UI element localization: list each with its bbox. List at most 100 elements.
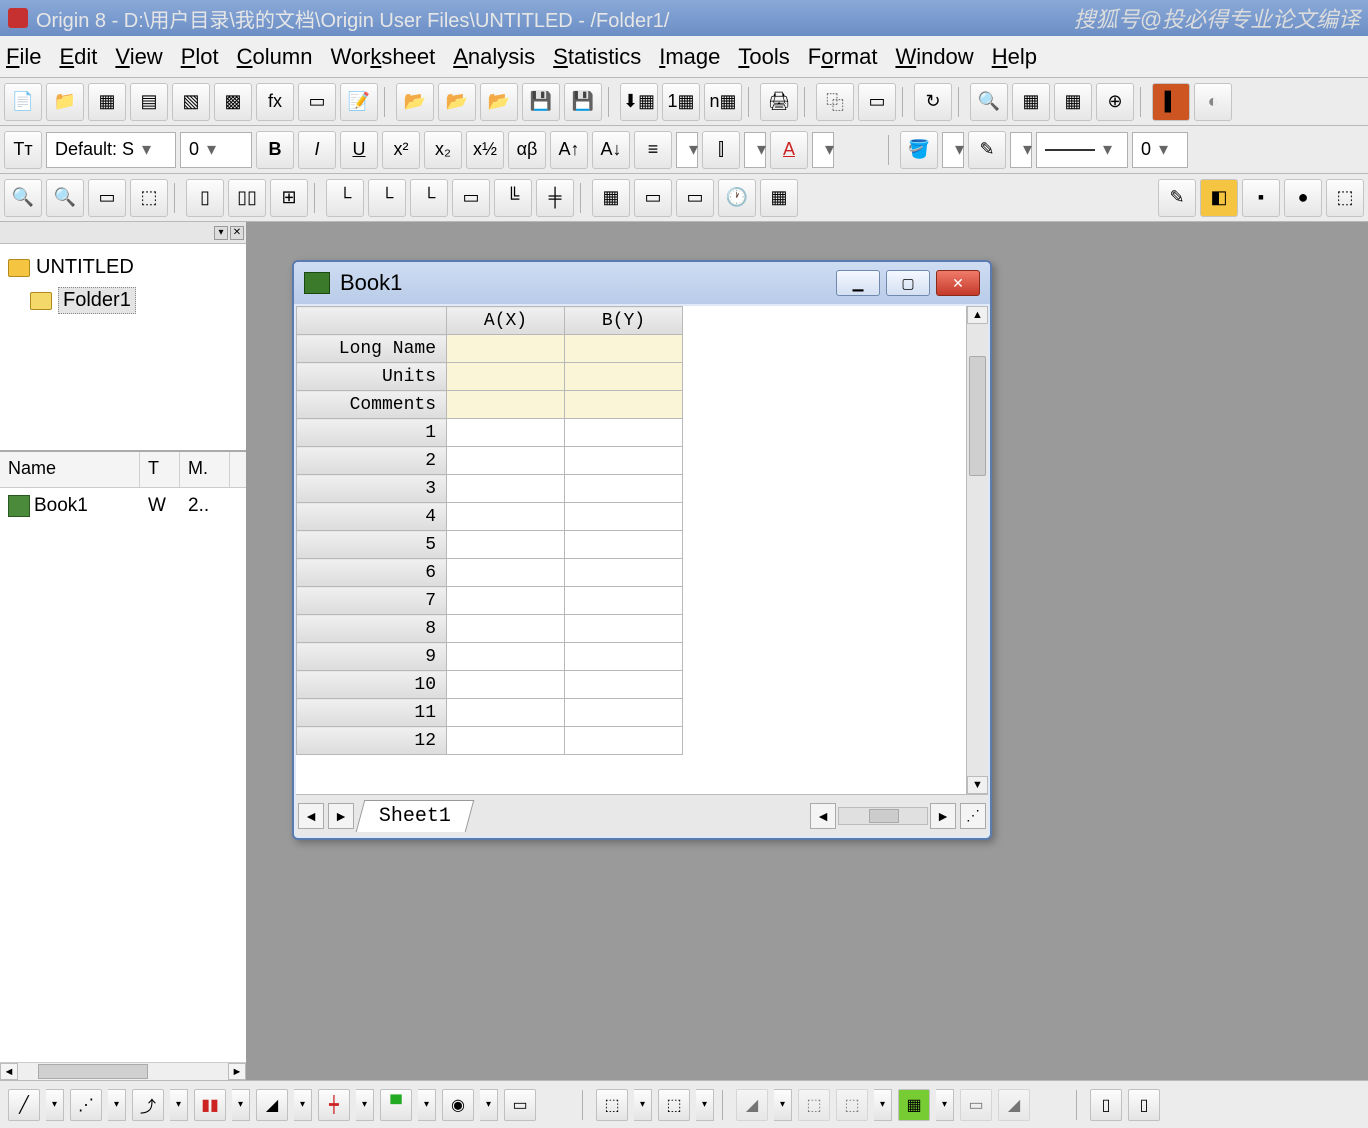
- import-wizard-button[interactable]: ⬇▦: [620, 83, 658, 121]
- sheet-tab[interactable]: Sheet1: [356, 800, 475, 832]
- template-button[interactable]: ▭: [504, 1089, 536, 1121]
- polar-plot-button[interactable]: ◉: [442, 1089, 474, 1121]
- axis-box-button[interactable]: ▭: [452, 179, 490, 217]
- cell[interactable]: [565, 727, 683, 755]
- recalculate-button[interactable]: 🔍: [970, 83, 1008, 121]
- cell[interactable]: [565, 447, 683, 475]
- save-button[interactable]: 💾: [522, 83, 560, 121]
- align-dropdown[interactable]: ▾: [676, 132, 698, 168]
- line-color-button[interactable]: ✎: [968, 131, 1006, 169]
- region-tool-button[interactable]: ◧: [1200, 179, 1238, 217]
- hscroll-track[interactable]: [838, 807, 928, 825]
- column-plot-button[interactable]: ▮▮: [194, 1089, 226, 1121]
- image-plot-dropdown[interactable]: ▾: [936, 1089, 954, 1121]
- cell[interactable]: [565, 391, 683, 419]
- cell[interactable]: [447, 727, 565, 755]
- worksheet-grid[interactable]: A(X) B(Y) Long Name Units Comments 1 2 3…: [296, 306, 988, 836]
- whole-page-button[interactable]: ⬚: [130, 179, 168, 217]
- 3d-xyz-button[interactable]: ⬚: [658, 1089, 690, 1121]
- hscroll-thumb[interactable]: [869, 809, 899, 823]
- new-excel-button[interactable]: ▤: [130, 83, 168, 121]
- menu-plot[interactable]: Plot: [181, 44, 219, 70]
- cell[interactable]: [447, 475, 565, 503]
- contour-plot-dropdown[interactable]: ▾: [418, 1089, 436, 1121]
- cell[interactable]: [447, 503, 565, 531]
- cell[interactable]: [447, 419, 565, 447]
- grid-lines-button[interactable]: ▦: [592, 179, 630, 217]
- new-layout-button[interactable]: ▭: [298, 83, 336, 121]
- close-button[interactable]: ✕: [936, 270, 980, 296]
- maximize-button[interactable]: ▢: [886, 270, 930, 296]
- menu-analysis[interactable]: Analysis: [453, 44, 535, 70]
- legend-button[interactable]: ▭: [634, 179, 672, 217]
- list-hscroll[interactable]: ◄ ►: [0, 1062, 246, 1080]
- cell[interactable]: [447, 699, 565, 727]
- layer-2-button[interactable]: ▯▯: [228, 179, 266, 217]
- tree-root[interactable]: UNTITLED: [6, 252, 240, 283]
- cell[interactable]: [565, 559, 683, 587]
- row-header[interactable]: 3: [297, 475, 447, 503]
- new-graph-button[interactable]: ▧: [172, 83, 210, 121]
- layer-4-button[interactable]: ⊞: [270, 179, 308, 217]
- save-template-button[interactable]: 💾: [564, 83, 602, 121]
- cell[interactable]: [447, 587, 565, 615]
- scroll-left-icon[interactable]: ◄: [0, 1063, 18, 1080]
- line-symbol-dropdown[interactable]: ▾: [170, 1089, 188, 1121]
- scroll-thumb[interactable]: [38, 1064, 148, 1079]
- lock-tool-button[interactable]: ●: [1284, 179, 1322, 217]
- row-header[interactable]: 1: [297, 419, 447, 447]
- menu-window[interactable]: Window: [895, 44, 973, 70]
- menu-file[interactable]: File: [6, 44, 41, 70]
- slide-show-button[interactable]: ▌: [1152, 83, 1190, 121]
- open-template-button[interactable]: 📂: [438, 83, 476, 121]
- row-header[interactable]: 5: [297, 531, 447, 559]
- line-style-select[interactable]: ▾: [1036, 132, 1128, 168]
- menu-tools[interactable]: Tools: [738, 44, 789, 70]
- axis-xy-button[interactable]: └: [368, 179, 406, 217]
- spacing-dropdown[interactable]: ▾: [744, 132, 766, 168]
- cell[interactable]: [565, 475, 683, 503]
- new-matrix-button[interactable]: ▩: [214, 83, 252, 121]
- area-plot-dropdown[interactable]: ▾: [294, 1089, 312, 1121]
- column-header-b[interactable]: B(Y): [565, 307, 683, 335]
- scroll-up-icon[interactable]: ▲: [967, 306, 988, 324]
- layer-1-button[interactable]: ▯: [186, 179, 224, 217]
- zoom-out-button[interactable]: 🔍: [46, 179, 84, 217]
- 3d-bars-dropdown[interactable]: ▾: [874, 1089, 892, 1121]
- column-header-a[interactable]: A(X): [447, 307, 565, 335]
- workbook-window[interactable]: Book1 ▁ ▢ ✕ A(X) B(Y) Long Name Units Co: [292, 260, 992, 840]
- cell[interactable]: [565, 587, 683, 615]
- row-units[interactable]: Units: [297, 363, 447, 391]
- profile-button[interactable]: ▭: [960, 1089, 992, 1121]
- cell[interactable]: [565, 419, 683, 447]
- cell[interactable]: [447, 391, 565, 419]
- stock-plot-dropdown[interactable]: ▾: [356, 1089, 374, 1121]
- cell[interactable]: [565, 699, 683, 727]
- contour-plot-button[interactable]: ▀: [380, 1089, 412, 1121]
- vertical-scrollbar[interactable]: ▲ ▼: [966, 306, 988, 794]
- line-plot-dropdown[interactable]: ▾: [46, 1089, 64, 1121]
- rescale-button[interactable]: ▭: [88, 179, 126, 217]
- hscroll-right[interactable]: ►: [930, 803, 956, 829]
- axis-offset-button[interactable]: ╚: [494, 179, 532, 217]
- new-folder-button[interactable]: 📁: [46, 83, 84, 121]
- 3d-xyz-dropdown[interactable]: ▾: [696, 1089, 714, 1121]
- polar-plot-dropdown[interactable]: ▾: [480, 1089, 498, 1121]
- font-select[interactable]: Default: S▾: [46, 132, 176, 168]
- import-single-button[interactable]: 1▦: [662, 83, 700, 121]
- line-color-dropdown[interactable]: ▾: [1010, 132, 1032, 168]
- cell[interactable]: [447, 531, 565, 559]
- line-width-select[interactable]: 0▾: [1132, 132, 1188, 168]
- menu-statistics[interactable]: Statistics: [553, 44, 641, 70]
- col-name[interactable]: Name: [0, 452, 140, 487]
- row-comments[interactable]: Comments: [297, 391, 447, 419]
- menu-worksheet[interactable]: Worksheet: [330, 44, 435, 70]
- cell[interactable]: [565, 531, 683, 559]
- row-longname[interactable]: Long Name: [297, 335, 447, 363]
- menu-format[interactable]: Format: [808, 44, 878, 70]
- 3d-surface-dropdown[interactable]: ▾: [774, 1089, 792, 1121]
- row-header[interactable]: 7: [297, 587, 447, 615]
- mask-data-button[interactable]: ▯: [1090, 1089, 1122, 1121]
- 3d-xyy-dropdown[interactable]: ▾: [634, 1089, 652, 1121]
- scatter-plot-dropdown[interactable]: ▾: [108, 1089, 126, 1121]
